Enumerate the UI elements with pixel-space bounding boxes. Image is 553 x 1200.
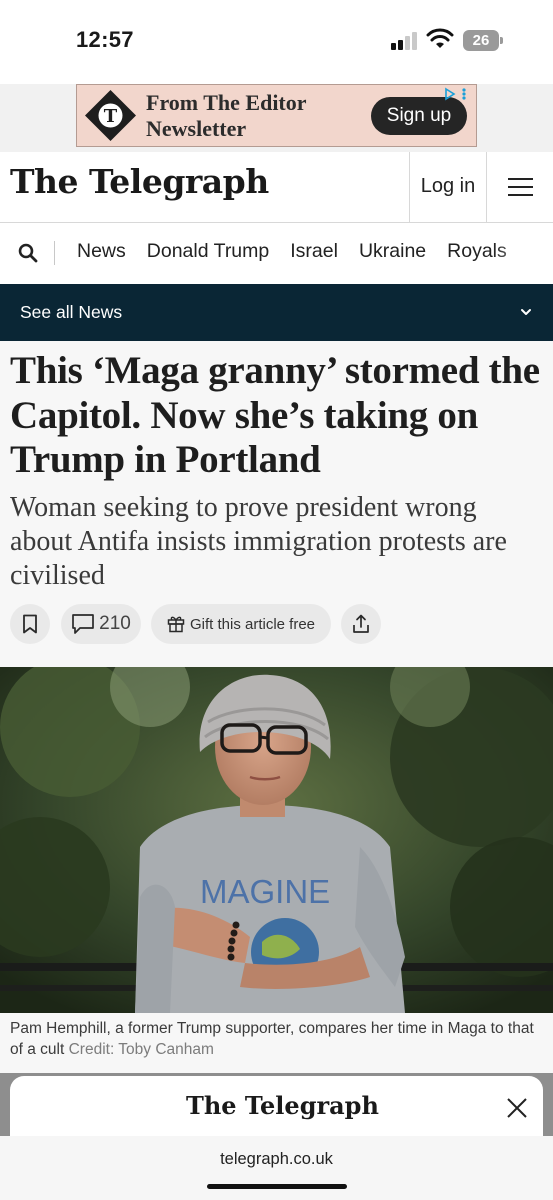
menu-icon[interactable]	[487, 152, 553, 223]
ad-container: T From The Editor Newsletter Sign up	[0, 84, 553, 152]
section-nav: News Donald Trump Israel Ukraine Royals	[0, 223, 553, 284]
adchoices-icon[interactable]	[440, 86, 474, 102]
ad-headline: From The Editor Newsletter	[146, 90, 307, 141]
nav-item-israel[interactable]: Israel	[290, 240, 338, 263]
status-time: 12:57	[76, 27, 134, 52]
nav-item-donald-trump[interactable]: Donald Trump	[147, 240, 269, 263]
gift-article-label: Gift this article free	[189, 615, 316, 633]
see-all-news-bar[interactable]: See all News	[0, 284, 553, 341]
comments-button[interactable]: 210	[61, 604, 141, 644]
wifi-icon	[426, 28, 454, 48]
article-header: This ‘Maga granny’ stormed the Capitol. …	[0, 341, 553, 667]
gift-article-button[interactable]: Gift this article free	[151, 604, 331, 644]
comment-icon	[72, 614, 94, 634]
photo-illustration: MAGINE	[0, 667, 553, 1013]
home-indicator[interactable]	[207, 1184, 347, 1189]
battery-tip	[500, 37, 503, 44]
signal-icon	[391, 32, 421, 50]
search-icon[interactable]	[17, 242, 39, 264]
photo-caption: Pam Hemphill, a former Trump supporter, …	[0, 1013, 553, 1073]
url-text[interactable]: telegraph.co.uk	[0, 1150, 553, 1169]
nav-fade	[493, 223, 553, 284]
gift-icon	[167, 616, 185, 633]
sheet-telegraph-logo: The Telegraph	[186, 1091, 379, 1120]
status-bar: 12:57 26	[0, 0, 553, 84]
close-icon[interactable]	[506, 1097, 528, 1119]
article-photo[interactable]: MAGINE	[0, 667, 553, 1013]
signup-button[interactable]: Sign up	[371, 97, 467, 135]
chevron-down-icon	[521, 309, 531, 315]
telegraph-logo[interactable]: The Telegraph	[10, 162, 269, 201]
browser-url-bar[interactable]: telegraph.co.uk	[0, 1136, 553, 1200]
bottom-sheet[interactable]: The Telegraph	[10, 1076, 543, 1136]
divider	[54, 241, 55, 265]
share-button[interactable]	[341, 604, 381, 644]
nav-item-ukraine[interactable]: Ukraine	[359, 240, 426, 263]
article-headline: This ‘Maga granny’ stormed the Capitol. …	[10, 349, 540, 481]
comments-count: 210	[99, 613, 131, 634]
article-standfirst: Woman seeking to prove president wrong a…	[10, 492, 507, 591]
nav-item-news[interactable]: News	[77, 240, 126, 263]
photo-credit: Credit: Toby Canham	[68, 1041, 214, 1058]
shirt-text: MAGINE	[200, 873, 330, 910]
nav-items: News Donald Trump Israel Ukraine Royals	[77, 240, 507, 263]
telegraph-t-logo: T	[85, 90, 136, 141]
battery-icon: 26	[463, 30, 499, 51]
bookmark-button[interactable]	[10, 604, 50, 644]
see-all-news-label: See all News	[20, 302, 123, 322]
svg-text:T: T	[104, 106, 118, 127]
login-button[interactable]: Log in	[410, 152, 486, 223]
masthead: The Telegraph Log in	[0, 152, 553, 223]
bookmark-icon	[23, 614, 37, 634]
newsletter-ad[interactable]: T From The Editor Newsletter Sign up	[76, 84, 477, 147]
share-icon	[353, 614, 369, 633]
